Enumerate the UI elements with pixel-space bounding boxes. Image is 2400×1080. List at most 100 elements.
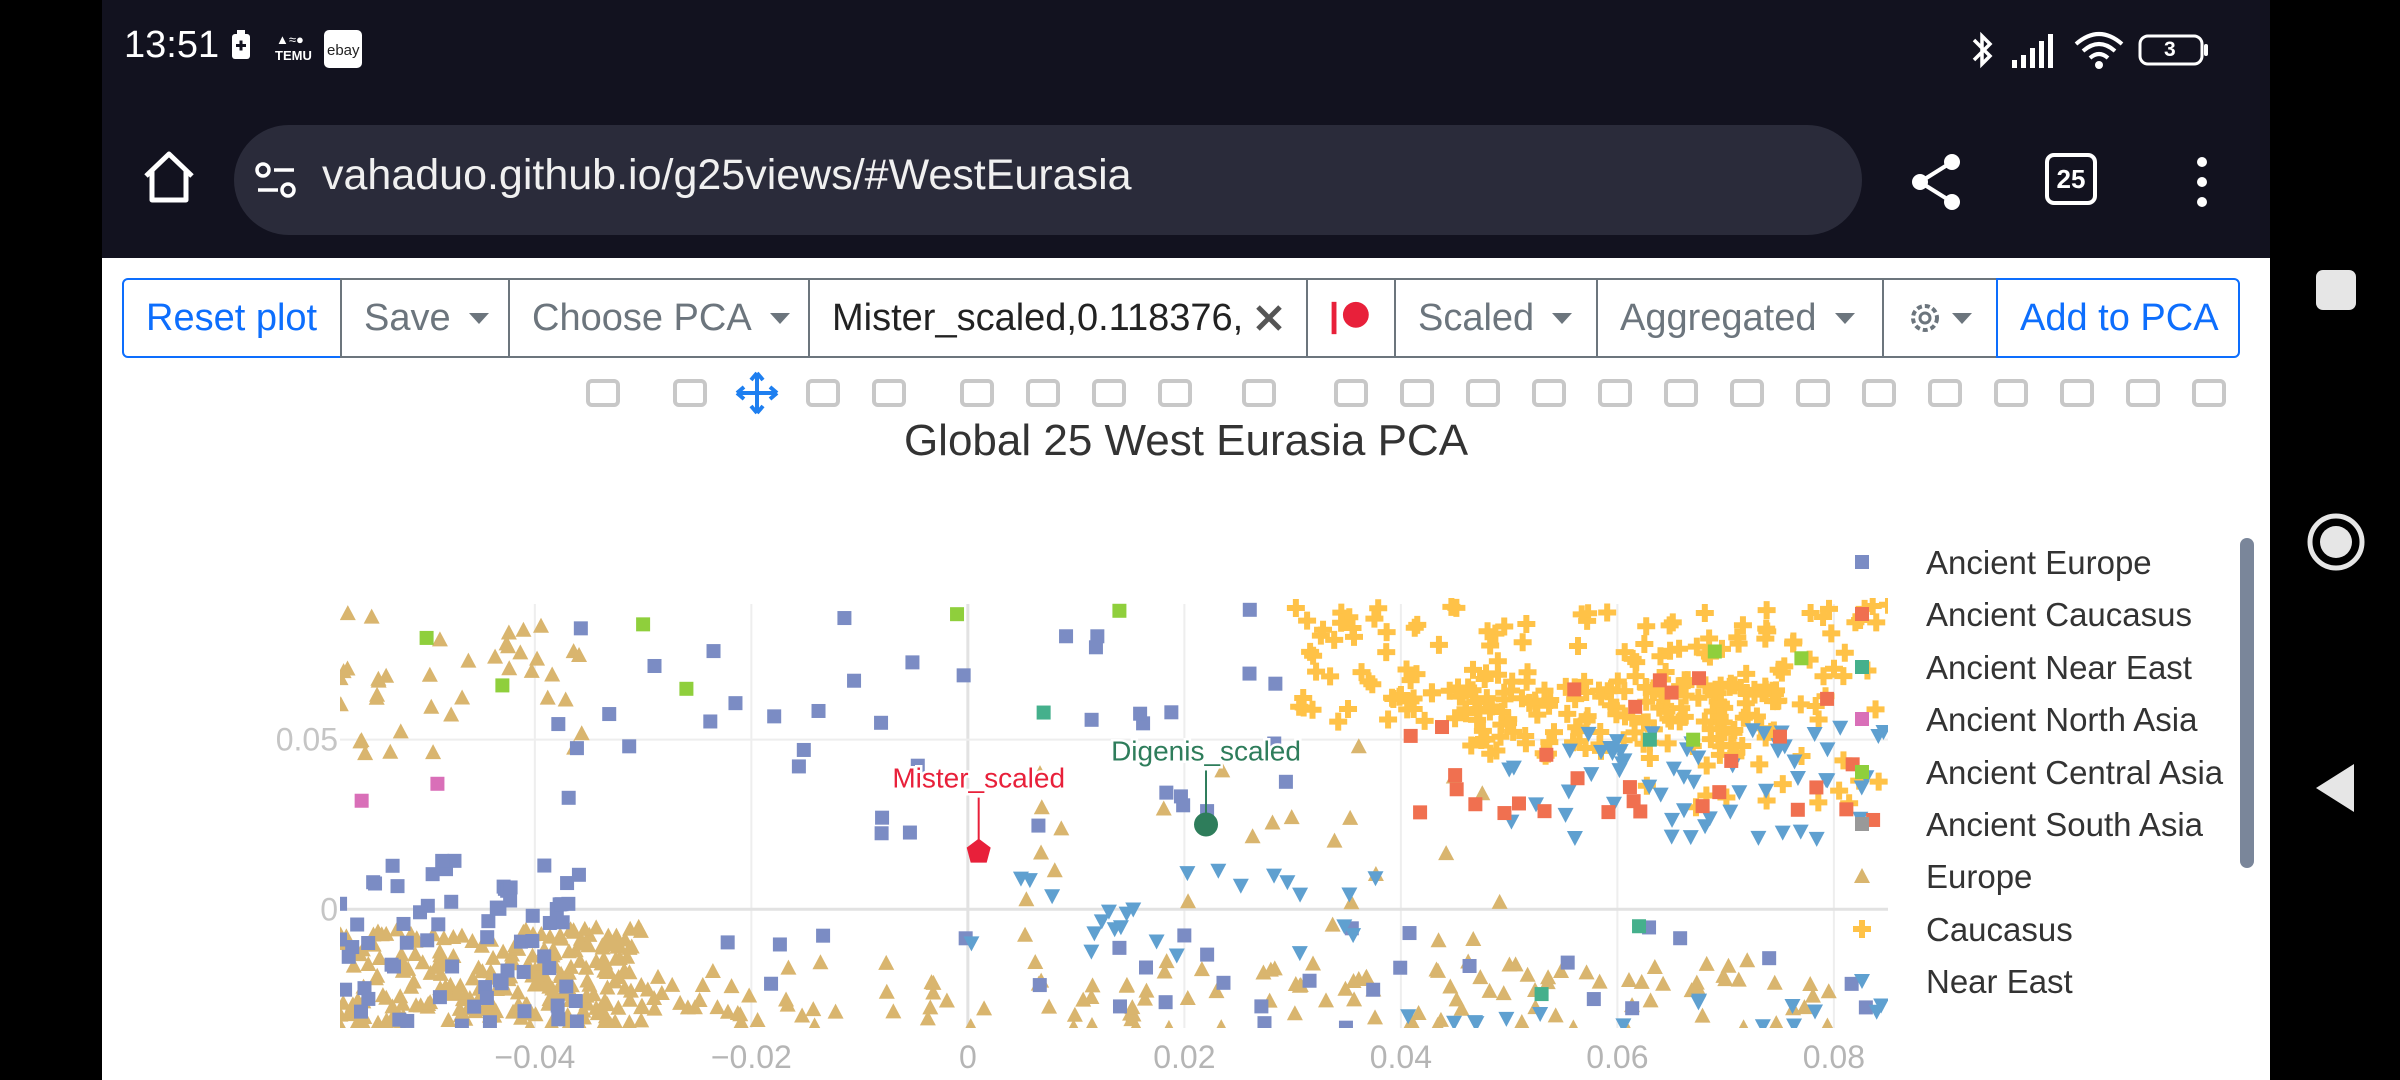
clear-icon[interactable]: [1254, 303, 1284, 333]
data-point[interactable]: [495, 678, 510, 693]
data-point[interactable]: [956, 668, 971, 683]
data-point[interactable]: [537, 949, 552, 964]
data-point[interactable]: [847, 673, 862, 688]
data-point[interactable]: [1242, 602, 1257, 617]
data-point[interactable]: [1448, 768, 1463, 783]
data-point[interactable]: [1438, 845, 1455, 861]
data-point[interactable]: [571, 867, 586, 882]
data-point[interactable]: [1660, 616, 1679, 635]
data-point[interactable]: [1393, 960, 1408, 975]
data-point[interactable]: [1754, 1019, 1771, 1034]
data-point[interactable]: [557, 691, 574, 707]
data-point[interactable]: [1547, 1007, 1564, 1023]
data-point[interactable]: [1193, 961, 1210, 977]
data-point[interactable]: [568, 994, 583, 1009]
marker-color-button[interactable]: [1306, 278, 1396, 358]
data-point[interactable]: [392, 723, 409, 739]
data-point[interactable]: [1033, 799, 1050, 815]
data-point[interactable]: [1784, 632, 1803, 651]
data-point[interactable]: [1712, 785, 1727, 800]
back-icon[interactable]: [2314, 762, 2356, 814]
data-point[interactable]: [1254, 999, 1269, 1014]
data-point[interactable]: [1514, 1014, 1530, 1029]
data-point[interactable]: [1377, 623, 1396, 642]
data-point[interactable]: [1283, 809, 1300, 825]
data-point[interactable]: [874, 826, 889, 841]
data-point[interactable]: [573, 621, 588, 636]
data-point[interactable]: [1066, 1006, 1083, 1022]
data-point[interactable]: [361, 935, 376, 950]
data-point[interactable]: [1341, 887, 1358, 903]
data-point[interactable]: [1655, 975, 1672, 991]
data-point[interactable]: [1415, 711, 1434, 730]
data-point[interactable]: [796, 742, 811, 757]
data-point[interactable]: [1164, 705, 1179, 720]
data-point[interactable]: [400, 1013, 415, 1028]
data-point[interactable]: [874, 715, 889, 730]
data-point[interactable]: [345, 940, 360, 955]
data-point[interactable]: [1822, 624, 1841, 643]
more-menu-icon[interactable]: [2192, 154, 2212, 210]
data-point[interactable]: [1216, 975, 1231, 990]
data-point[interactable]: [709, 999, 726, 1015]
data-point[interactable]: [500, 963, 515, 978]
data-point[interactable]: [922, 999, 939, 1015]
data-point[interactable]: [664, 976, 681, 992]
data-point[interactable]: [569, 741, 584, 756]
data-point[interactable]: [354, 793, 369, 808]
data-point[interactable]: [1429, 635, 1448, 654]
data-point[interactable]: [1112, 940, 1127, 955]
data-point[interactable]: [694, 976, 711, 992]
data-point[interactable]: [1161, 1019, 1177, 1035]
data-point[interactable]: [1513, 633, 1532, 652]
data-point[interactable]: [704, 962, 721, 978]
data-point[interactable]: [1342, 809, 1359, 825]
data-point[interactable]: [542, 915, 557, 930]
data-point[interactable]: [1739, 952, 1756, 968]
data-point[interactable]: [454, 689, 471, 705]
data-point[interactable]: [1560, 784, 1577, 800]
data-point[interactable]: [621, 1014, 637, 1029]
data-point[interactable]: [764, 976, 779, 991]
data-point[interactable]: [1495, 985, 1512, 1001]
data-point[interactable]: [1736, 1019, 1752, 1034]
data-point[interactable]: [1402, 926, 1417, 941]
data-point[interactable]: [811, 703, 826, 718]
data-point[interactable]: [1695, 799, 1710, 814]
data-point[interactable]: [1468, 797, 1483, 812]
data-point[interactable]: [1379, 710, 1398, 729]
data-point[interactable]: [1539, 747, 1554, 762]
data-point[interactable]: [1465, 931, 1482, 947]
data-point[interactable]: [1298, 611, 1317, 630]
data-point[interactable]: [1757, 601, 1776, 620]
data-point[interactable]: [1773, 775, 1792, 794]
data-point[interactable]: [1430, 932, 1447, 948]
data-point[interactable]: [1766, 974, 1783, 990]
data-point[interactable]: [1158, 953, 1175, 969]
data-point[interactable]: [1567, 682, 1582, 697]
data-point[interactable]: [1532, 1006, 1549, 1022]
data-point[interactable]: [1830, 781, 1849, 800]
data-point[interactable]: [1802, 976, 1819, 992]
data-point[interactable]: [1179, 990, 1196, 1006]
data-point[interactable]: [636, 617, 651, 632]
data-point[interactable]: [509, 984, 526, 1000]
home-icon[interactable]: [140, 148, 198, 206]
data-point[interactable]: [1774, 825, 1791, 841]
data-point[interactable]: [445, 959, 460, 974]
data-point[interactable]: [1720, 957, 1737, 973]
data-point[interactable]: [500, 624, 517, 640]
data-point[interactable]: [421, 666, 438, 682]
data-point[interactable]: [1017, 926, 1034, 942]
data-point[interactable]: [1210, 863, 1227, 879]
data-point[interactable]: [1685, 774, 1702, 790]
data-point[interactable]: [525, 908, 540, 923]
data-point[interactable]: [1869, 772, 1888, 791]
data-point[interactable]: [602, 707, 617, 722]
data-point[interactable]: [1632, 919, 1647, 934]
data-point[interactable]: [525, 933, 540, 948]
data-point[interactable]: [885, 1003, 902, 1019]
data-point[interactable]: [703, 714, 718, 729]
data-point[interactable]: [1583, 767, 1600, 783]
data-point[interactable]: [976, 1000, 993, 1016]
